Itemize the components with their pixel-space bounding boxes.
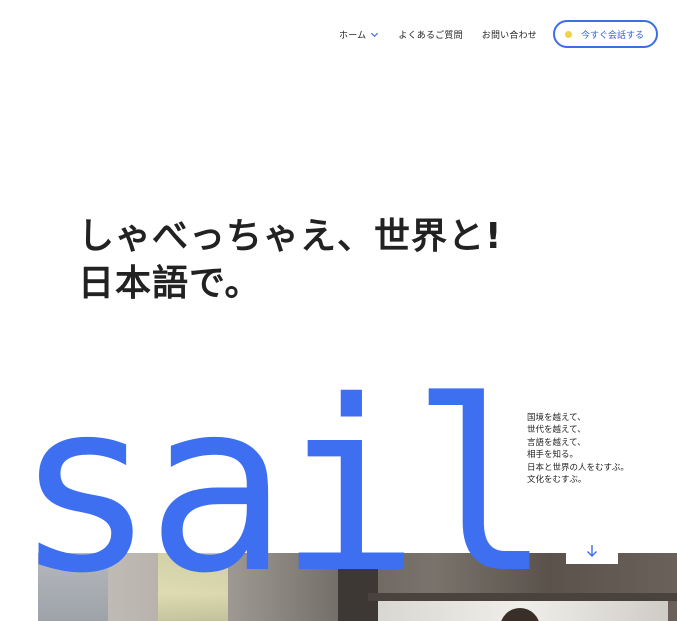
nav-item-home-label: ホーム bbox=[339, 30, 367, 41]
nav-item-faq-label: よくあるご質問 bbox=[398, 30, 463, 41]
nav-item-contact-label: お問い合わせ bbox=[481, 30, 537, 41]
brand-wordmark: sail bbox=[14, 350, 552, 621]
hero-heading-line-2: 日本語で。 bbox=[78, 263, 262, 304]
hero-heading: しゃべっちゃえ、世界と! 日本語で。 bbox=[78, 213, 502, 307]
status-dot-icon bbox=[564, 30, 572, 38]
arrow-down-icon[interactable] bbox=[586, 544, 598, 558]
header-nav: ホーム よくあるご質問 お問い合わせ 今すぐ会話する bbox=[339, 20, 658, 48]
talk-now-button[interactable]: 今すぐ会話する bbox=[552, 20, 658, 48]
talk-now-label: 今すぐ会話する bbox=[580, 30, 644, 41]
nav-item-home[interactable]: ホーム bbox=[339, 28, 379, 41]
nav-item-faq[interactable]: よくあるご質問 bbox=[398, 28, 462, 41]
chevron-down-icon bbox=[371, 32, 379, 37]
nav-item-contact[interactable]: お問い合わせ bbox=[482, 28, 537, 41]
hero-heading-line-1: しゃべっちゃえ、世界と! bbox=[78, 216, 503, 257]
